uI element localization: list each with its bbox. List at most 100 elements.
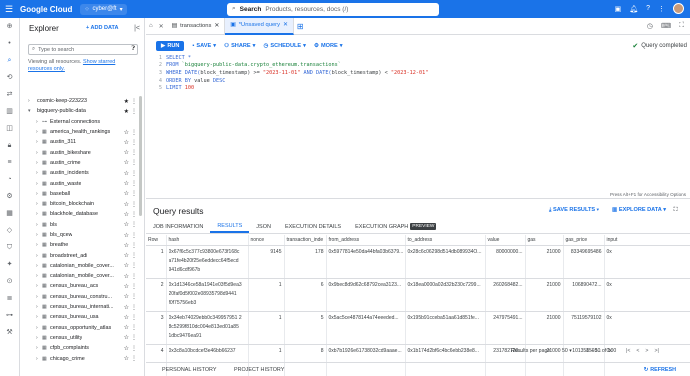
star-outline-icon[interactable]: ☆ (124, 221, 129, 228)
dataset-row[interactable]: › ▦ census_bureau_acs ☆ ⋮ (20, 281, 145, 291)
column-header[interactable]: to_address (405, 235, 486, 246)
dataset-row[interactable]: › ▦ austin_311 ☆ ⋮ (20, 137, 145, 147)
dataset-row[interactable]: › ▦ cfpb_complaints ☆ ⋮ (20, 343, 145, 353)
star-outline-icon[interactable]: ☆ (124, 211, 129, 218)
column-header[interactable]: Row (146, 235, 167, 246)
more-vert-icon[interactable]: ⋮ (131, 108, 137, 115)
star-outline-icon[interactable]: ☆ (124, 129, 129, 136)
dataset-row[interactable]: › ▦ blackhole_database ☆ ⋮ (20, 209, 145, 219)
more-vert-icon[interactable]: ⋮ (131, 190, 137, 197)
first-page-icon[interactable]: |< (626, 348, 630, 354)
star-outline-icon[interactable]: ☆ (124, 232, 129, 239)
capacity-icon[interactable]: ◔ (0, 171, 19, 188)
dataset-row[interactable]: › ▦ breathe ☆ ⋮ (20, 240, 145, 250)
schedule-button[interactable]: ◷ SCHEDULE ▾ (263, 43, 305, 49)
personal-history-tab[interactable]: PERSONAL HISTORY (146, 367, 218, 373)
tab-execution-details[interactable]: EXECUTION DETAILS (278, 220, 348, 233)
star-outline-icon[interactable]: ☆ (124, 262, 129, 269)
shield-icon[interactable]: ⛉ (0, 239, 19, 256)
dataset-row[interactable]: › ▦ census_bureau_usa ☆ ⋮ (20, 312, 145, 322)
tab-json[interactable]: JSON (249, 220, 278, 233)
next-page-icon[interactable]: > (645, 348, 648, 354)
more-vert-icon[interactable]: ⋮ (131, 293, 137, 300)
dataset-row[interactable]: › ▦ bitcoin_blockchain ☆ ⋮ (20, 199, 145, 209)
more-vert-icon[interactable]: ⋮ (131, 304, 137, 311)
cloud-shell-icon[interactable]: ▣ (615, 5, 622, 13)
keyboard-icon[interactable]: ⌨ (661, 22, 671, 30)
dataset-row[interactable]: › ▦ broadstreet_adi ☆ ⋮ (20, 250, 145, 260)
close-icon[interactable]: ✕ (283, 22, 288, 28)
sql-editor[interactable]: 1 SELECT * 2 FROM `bigquery-public-data.cry… (146, 54, 690, 198)
star-outline-icon[interactable]: ☆ (124, 201, 129, 208)
global-search-input[interactable]: ⌕ Search Products, resources, docs (/) (227, 2, 439, 16)
tab-results[interactable]: RESULTS (210, 220, 250, 233)
prev-page-icon[interactable]: < (636, 348, 639, 354)
column-header[interactable]: hash (166, 235, 249, 246)
list-icon[interactable]: ≡ (0, 154, 19, 171)
link-icon[interactable]: ⊙ (0, 273, 19, 290)
bell-icon[interactable]: ◇ (0, 222, 19, 239)
sliders-icon[interactable]: ≣ (0, 290, 19, 307)
star-outline-icon[interactable]: ☆ (124, 252, 129, 259)
tree-scrollbar[interactable] (139, 96, 142, 216)
more-vert-icon[interactable]: ⋮ (131, 232, 137, 239)
refresh-button[interactable]: ↻ REFRESH (644, 367, 676, 373)
project-selector[interactable]: ⁘ cyber@ft ▾ (80, 3, 127, 15)
dataset-row[interactable]: › ▦ baseball ☆ ⋮ (20, 189, 145, 199)
wrench-icon[interactable]: ⚒ (0, 324, 19, 341)
external-connections-row[interactable]: › ⊶ External connections (20, 117, 145, 127)
google-cloud-logo[interactable]: Google Cloud (20, 5, 72, 14)
settings-icon[interactable]: ⚙ (0, 188, 19, 205)
collapse-panel-icon[interactable]: |< (134, 25, 140, 32)
search-icon[interactable]: ⌕ (0, 52, 19, 69)
more-vert-icon[interactable]: ⋮ (658, 5, 665, 13)
star-outline-icon[interactable]: ☆ (124, 242, 129, 249)
explore-data-button[interactable]: ▥ EXPLORE DATA ▾ ⛶ (612, 207, 678, 214)
star-outline-icon[interactable]: ☆ (124, 139, 129, 146)
star-icon[interactable]: ★ (124, 108, 129, 115)
star-outline-icon[interactable]: ☆ (124, 190, 129, 197)
more-vert-icon[interactable]: ⋮ (131, 242, 137, 249)
column-header[interactable]: transaction_inde (284, 235, 327, 246)
more-vert-icon[interactable]: ⋮ (131, 170, 137, 177)
dataset-row[interactable]: › ▦ census_opportunity_atlas ☆ ⋮ (20, 323, 145, 333)
star-outline-icon[interactable]: ☆ (124, 273, 129, 280)
tab-unsaved-query[interactable]: ▣ *Unsaved query ✕ (225, 17, 294, 35)
more-vert-icon[interactable]: ⋮ (131, 334, 137, 341)
home-icon[interactable]: ⌂ (146, 23, 156, 29)
tab-transactions[interactable]: ▤ transactions ✕ (167, 17, 226, 35)
more-vert-icon[interactable]: ⋮ (131, 180, 137, 187)
more-vert-icon[interactable]: ⋮ (131, 283, 137, 290)
dataset-row[interactable]: › ▦ census_bureau_constru... ☆ ⋮ (20, 292, 145, 302)
more-vert-icon[interactable]: ⋮ (131, 324, 137, 331)
star-outline-icon[interactable]: ☆ (124, 293, 129, 300)
dataset-row[interactable]: › ▦ bls ☆ ⋮ (20, 220, 145, 230)
more-vert-icon[interactable]: ⋮ (131, 314, 137, 321)
run-button[interactable]: ▶ RUN (156, 40, 185, 51)
dataset-row[interactable]: › ▦ census_bureau_internati... ☆ ⋮ (20, 302, 145, 312)
star-outline-icon[interactable]: ☆ (124, 324, 129, 331)
star-outline-icon[interactable]: ☆ (124, 334, 129, 341)
column-header[interactable]: from_address (326, 235, 406, 246)
panel-divider[interactable] (146, 198, 690, 199)
more-vert-icon[interactable]: ⋮ (131, 201, 137, 208)
dot-icon[interactable]: • (0, 35, 19, 52)
add-data-button[interactable]: + ADD DATA (86, 25, 118, 31)
add-tab-button[interactable]: ⊞ (294, 22, 307, 31)
more-vert-icon[interactable]: ⋮ (131, 252, 137, 259)
hamburger-icon[interactable]: ☰ (0, 4, 18, 15)
star-outline-icon[interactable]: ☆ (124, 355, 129, 362)
star-outline-icon[interactable]: ☆ (124, 170, 129, 177)
avatar[interactable] (673, 3, 684, 14)
dataset-row[interactable]: › ▦ austin_incidents ☆ ⋮ (20, 168, 145, 178)
star-outline-icon[interactable]: ☆ (124, 159, 129, 166)
column-header[interactable]: nonce (248, 235, 285, 246)
star-outline-icon[interactable]: ☆ (124, 314, 129, 321)
dataset-row[interactable]: › ▦ america_health_rankings ☆ ⋮ (20, 127, 145, 137)
notifications-icon[interactable]: 🔔︎ (629, 5, 638, 13)
star-outline-icon[interactable]: ☆ (124, 283, 129, 290)
lock-icon[interactable]: 🔒︎ (0, 137, 19, 154)
help-icon[interactable]: ? (646, 5, 650, 12)
more-vert-icon[interactable]: ⋮ (131, 159, 137, 166)
save-results-button[interactable]: ⤓ SAVE RESULTS ▾ (549, 207, 599, 214)
